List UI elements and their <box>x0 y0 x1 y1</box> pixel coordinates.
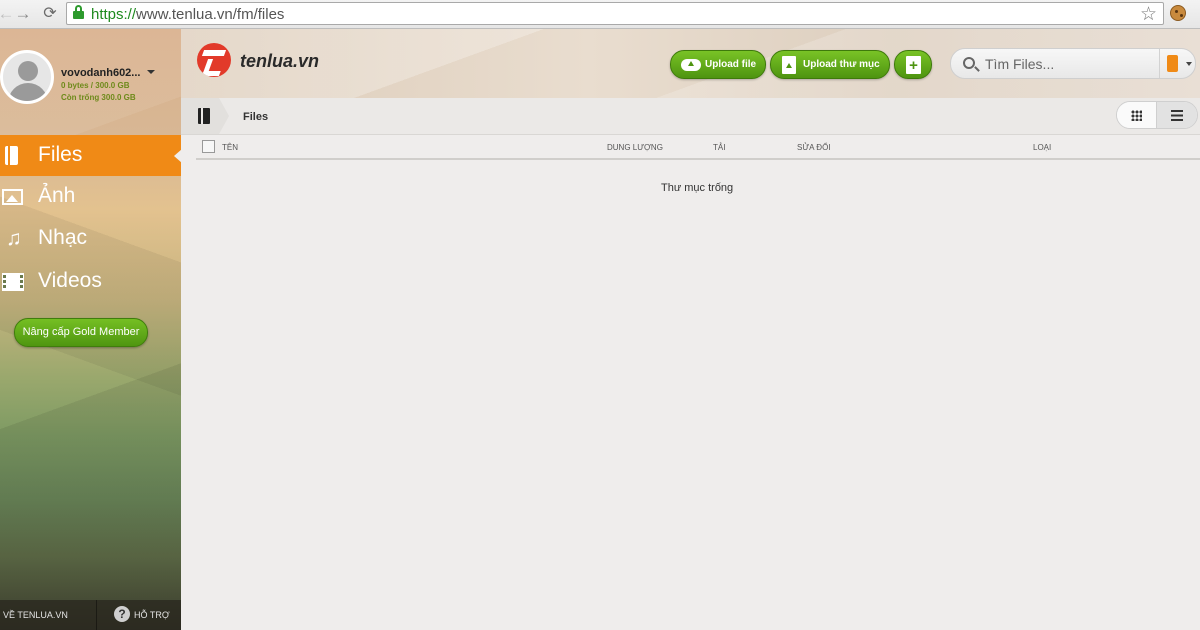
help-link[interactable]: ? HỖ TRỢ <box>114 606 170 622</box>
search-box[interactable] <box>950 48 1196 79</box>
sidebar-item-videos[interactable]: Videos <box>0 261 181 302</box>
sidebar-item-music[interactable]: ♫ Nhạc <box>0 218 181 259</box>
file-type-icon[interactable] <box>1167 55 1178 72</box>
file-list-area <box>181 160 1200 630</box>
cloud-upload-icon <box>681 59 701 71</box>
sidebar-item-label: Files <box>38 143 83 166</box>
upload-file-label: Upload file <box>705 59 757 70</box>
username[interactable]: vovodanh602... <box>61 67 140 79</box>
address-bar[interactable]: https://www.tenlua.vn/fm/files ☆ <box>66 2 1164 25</box>
search-input[interactable] <box>985 55 1145 73</box>
empty-folder-message: Thư mục trống <box>661 182 734 194</box>
breadcrumb-home[interactable] <box>181 98 229 134</box>
logo-text[interactable]: tenlua.vn <box>240 51 319 72</box>
divider <box>96 600 97 630</box>
grid-view-button[interactable] <box>1117 102 1157 128</box>
film-icon <box>2 272 24 292</box>
chevron-down-icon[interactable] <box>1186 62 1192 66</box>
url-text[interactable]: https://www.tenlua.vn/fm/files <box>91 6 284 23</box>
photo-icon <box>2 187 24 207</box>
music-icon: ♫ <box>6 227 22 250</box>
upgrade-gold-button[interactable]: Nâng cấp Gold Member <box>14 318 148 347</box>
logo-icon[interactable] <box>197 43 231 77</box>
search-icon <box>963 57 975 69</box>
sidebar-item-label: Nhạc <box>38 226 88 249</box>
sidebar-item-files[interactable]: Files <box>0 135 181 176</box>
column-header-modified[interactable]: SỬA ĐỔI <box>797 143 831 152</box>
sidebar-footer: VỀ TENLUA.VN ? HỖ TRỢ <box>0 600 181 630</box>
column-header-size[interactable]: DUNG LƯỢNG <box>607 143 663 152</box>
storage-quota: 0 bytes / 300.0 GB <box>61 81 130 90</box>
help-icon: ? <box>114 606 130 622</box>
file-icon <box>2 146 24 166</box>
folder-upload-icon <box>782 56 796 74</box>
about-link[interactable]: VỀ TENLUA.VN <box>3 610 68 620</box>
app-header: tenlua.vn Upload file Upload thư mục + <box>181 29 1200 98</box>
folder-add-icon: + <box>906 56 921 74</box>
browser-toolbar: ← → ⟳ https://www.tenlua.vn/fm/files ☆ <box>0 0 1200 29</box>
url-scheme: https:// <box>91 6 137 23</box>
sidebar: vovodanh602... 0 bytes / 300.0 GB Còn tr… <box>0 29 181 630</box>
cookie-extension-icon[interactable] <box>1170 5 1186 21</box>
sidebar-item-label: Videos <box>38 269 102 292</box>
view-toggle <box>1116 101 1198 129</box>
column-header-type[interactable]: LOẠI <box>1033 143 1051 152</box>
table-header: TÊN DUNG LƯỢNG TẢI SỬA ĐỔI LOẠI <box>196 135 1200 160</box>
bookmark-star-icon[interactable]: ☆ <box>1140 3 1157 26</box>
breadcrumb-current[interactable]: Files <box>243 111 268 123</box>
column-header-name[interactable]: TÊN <box>222 143 238 152</box>
breadcrumb: Files <box>181 98 1200 135</box>
new-folder-button[interactable]: + <box>894 50 932 79</box>
list-icon <box>1171 110 1183 121</box>
reload-icon[interactable]: ⟳ <box>40 4 60 24</box>
file-icon <box>198 108 210 124</box>
upload-file-button[interactable]: Upload file <box>670 50 766 79</box>
column-header-downloads[interactable]: TẢI <box>713 143 725 152</box>
avatar[interactable] <box>0 50 54 104</box>
list-view-button[interactable] <box>1157 102 1197 128</box>
upload-folder-button[interactable]: Upload thư mục <box>770 50 890 79</box>
sidebar-item-photos[interactable]: Ảnh <box>0 176 181 217</box>
upload-folder-label: Upload thư mục <box>803 59 880 70</box>
forward-arrow-icon[interactable]: → <box>13 4 33 24</box>
sidebar-item-label: Ảnh <box>38 184 76 207</box>
storage-free: Còn trống 300.0 GB <box>61 93 136 102</box>
grid-icon <box>1131 110 1142 121</box>
chevron-down-icon[interactable] <box>147 70 155 74</box>
url-path: www.tenlua.vn/fm/files <box>136 6 285 23</box>
lock-icon <box>73 5 84 19</box>
divider <box>1159 49 1160 78</box>
select-all-checkbox[interactable] <box>202 140 215 153</box>
